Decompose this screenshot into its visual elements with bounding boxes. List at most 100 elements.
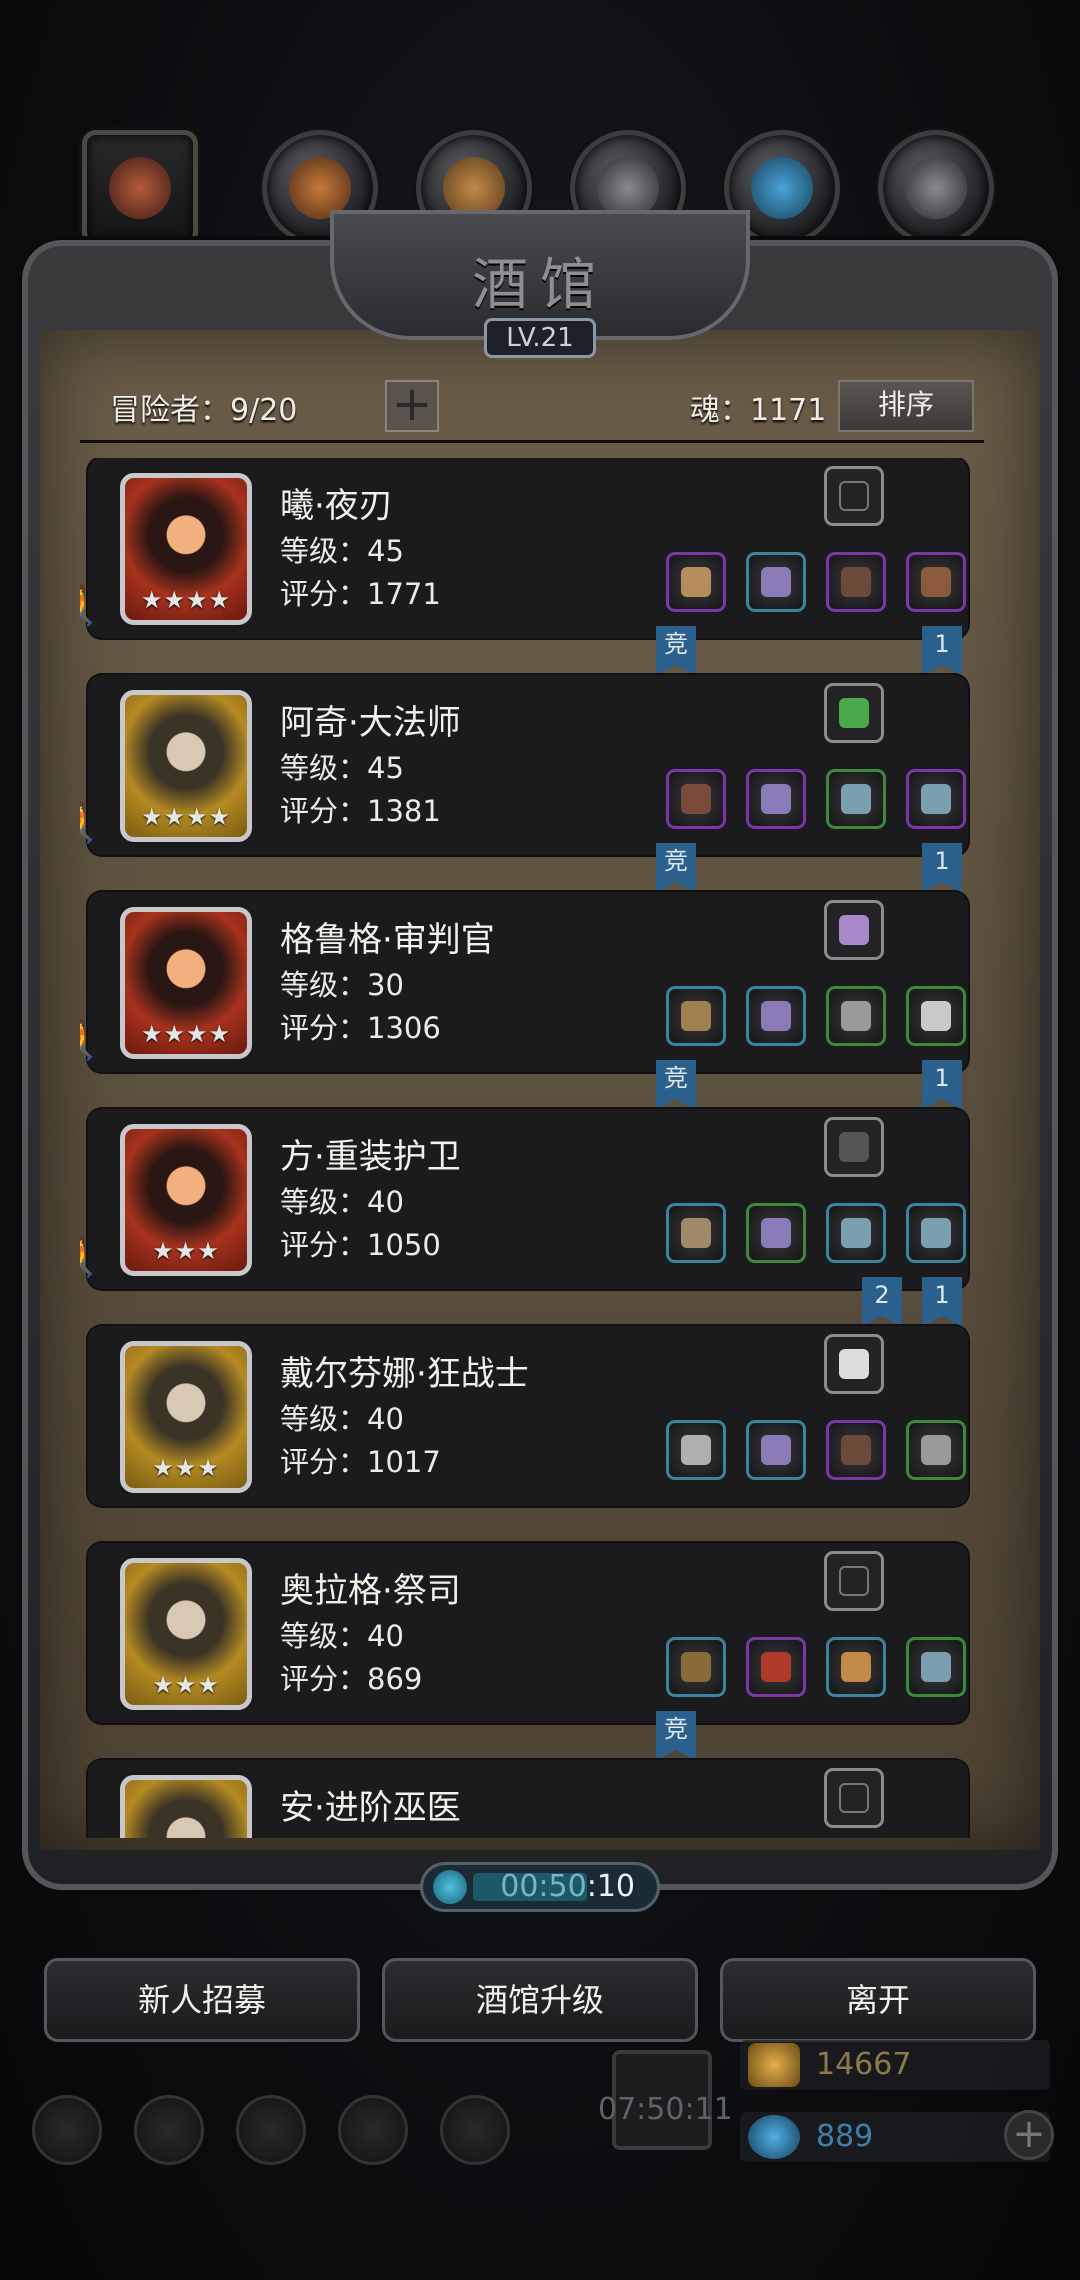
walking-status-icon: 🚶: [80, 1017, 108, 1063]
feather-icon: [839, 1349, 869, 1379]
achievement-dock-icon[interactable]: [134, 2095, 204, 2165]
equipment-slot[interactable]: [906, 1637, 966, 1697]
gift-timer: 07:50:11: [598, 2092, 733, 2127]
bracer-icon: [921, 567, 951, 597]
gem-icon: [748, 2115, 800, 2159]
equipment-slot[interactable]: [906, 986, 966, 1046]
hero-portrait[interactable]: ★★★★: [120, 907, 252, 1059]
tavern-screen: { "header": { "title": "酒馆", "level": "L…: [0, 0, 1080, 2280]
ring-icon: [921, 784, 951, 814]
hero-stars: ★★★: [152, 1454, 220, 1482]
hero-card[interactable]: ★★★ 戴尔芬娜·狂战士 等级：40 评分：1017: [88, 1326, 968, 1506]
equipment-slot[interactable]: [906, 769, 966, 829]
hero-portrait[interactable]: ★★★★: [120, 473, 252, 625]
quest-dock-icon[interactable]: [236, 2095, 306, 2165]
leave-button[interactable]: 离开: [720, 1958, 1036, 2042]
equipment-slot[interactable]: [666, 1203, 726, 1263]
settings-dock-icon[interactable]: [32, 2095, 102, 2165]
accessory-slot[interactable]: [824, 1117, 884, 1177]
upgrade-tavern-button[interactable]: 酒馆升级: [382, 1958, 698, 2042]
equipment-slot[interactable]: [906, 552, 966, 612]
hero-level: 等级：45: [280, 751, 404, 785]
hero-stars: ★★★★: [140, 1020, 232, 1048]
hero-portrait[interactable]: ★★★: [120, 1124, 252, 1276]
equipment-slot[interactable]: [746, 1203, 806, 1263]
hero-card[interactable]: 🚶 ★★★ 方·重装护卫 等级：40 评分：1050: [80, 1109, 968, 1289]
accessory-slot[interactable]: [824, 1768, 884, 1828]
equipment-slot[interactable]: [906, 1420, 966, 1480]
inventory-dock-icon[interactable]: [440, 2095, 510, 2165]
equipment-slot[interactable]: [666, 769, 726, 829]
hero-card[interactable]: 🚶 ★★★★ 格鲁格·审判官 等级：30 评分：1306: [80, 892, 968, 1072]
equipment-slot[interactable]: [666, 1637, 726, 1697]
armor-icon: [761, 1001, 791, 1031]
hero-level: 等级：40: [280, 1185, 404, 1219]
gold-amount: 14667: [816, 2047, 912, 2082]
status-banner: 1: [922, 626, 962, 676]
status-banner: 竞: [656, 843, 696, 893]
hero-score: 评分：869: [280, 1662, 423, 1696]
accessory-slot[interactable]: [824, 1551, 884, 1611]
equipment-slot[interactable]: [826, 1203, 886, 1263]
gauntlet-icon: [921, 1435, 951, 1465]
equipment-slot[interactable]: [906, 1203, 966, 1263]
staff-icon: [681, 784, 711, 814]
equipment-slot[interactable]: [746, 769, 806, 829]
hero-list[interactable]: 🚶 ★★★★ 曦·夜刃 等级：45 评分：1771 竞 1 🚶 ★★★★ 阿奇·大法师 等级：45 评…: [80, 458, 1000, 1838]
hero-card[interactable]: 🚶 ★★★★ 阿奇·大法师 等级：45 评分：1381: [80, 675, 968, 855]
recruit-button[interactable]: 新人招募: [44, 1958, 360, 2042]
hero-score: 评分：1050: [280, 1228, 441, 1262]
hero-stars: ★★★: [152, 1237, 220, 1265]
hero-portrait[interactable]: [120, 1775, 252, 1838]
gauntlet-icon: [841, 1001, 871, 1031]
equipment-slot[interactable]: [666, 552, 726, 612]
equipment-slot[interactable]: [826, 986, 886, 1046]
equipment-slot[interactable]: [826, 1637, 886, 1697]
hero-name: 奥拉格·祭司: [280, 1571, 461, 1611]
equipment-slot[interactable]: [746, 986, 806, 1046]
sword-icon: [681, 1218, 711, 1248]
hero-portrait[interactable]: ★★★: [120, 1341, 252, 1493]
hero-card[interactable]: ★★★ 奥拉格·祭司 等级：40 评分：869: [88, 1543, 968, 1723]
misc-icon: [905, 157, 967, 219]
accessory-slot[interactable]: [824, 900, 884, 960]
empty-slot-icon: [839, 1783, 869, 1813]
accessory-slot[interactable]: [824, 466, 884, 526]
accessory-slot[interactable]: [824, 683, 884, 743]
sort-button[interactable]: 排序: [838, 380, 974, 432]
add-slot-button[interactable]: +: [385, 380, 439, 432]
equipment-slot[interactable]: [666, 1420, 726, 1480]
equipment-slot[interactable]: [746, 552, 806, 612]
tab-heroes[interactable]: [82, 130, 198, 246]
add-gems-button[interactable]: +: [1004, 2110, 1054, 2160]
crystal-icon: [839, 915, 869, 945]
tab-misc[interactable]: [878, 130, 994, 246]
tavern-timer: 00:50:10: [420, 1862, 660, 1912]
soul-count: 魂：1171: [690, 393, 827, 428]
hero-name: 曦·夜刃: [280, 486, 393, 526]
hero-stars: ★★★★: [140, 803, 232, 831]
amulet-icon: [921, 1001, 951, 1031]
hero-card[interactable]: 安·进阶巫医: [88, 1760, 968, 1838]
equipment-slot[interactable]: [746, 1637, 806, 1697]
armor-icon: [761, 567, 791, 597]
ring-icon: [921, 1218, 951, 1248]
claw-icon: [839, 1132, 869, 1162]
equipment-slot[interactable]: [746, 1420, 806, 1480]
mace-icon: [681, 1652, 711, 1682]
ring-icon: [921, 1652, 951, 1682]
equipment-slot[interactable]: [826, 1420, 886, 1480]
equipment-slot[interactable]: [826, 552, 886, 612]
hero-card[interactable]: 🚶 ★★★★ 曦·夜刃 等级：45 评分：1771: [80, 458, 968, 638]
axe-icon: [681, 1435, 711, 1465]
hero-level: 等级：40: [280, 1402, 404, 1436]
hero-portrait[interactable]: ★★★★: [120, 690, 252, 842]
empty-slot-icon: [839, 1566, 869, 1596]
hero-portrait[interactable]: ★★★: [120, 1558, 252, 1710]
equipment-slot[interactable]: [666, 986, 726, 1046]
equipment-slot[interactable]: [826, 769, 886, 829]
hero-name: 格鲁格·审判官: [280, 920, 495, 960]
hero-score: 评分：1306: [280, 1011, 441, 1045]
accessory-slot[interactable]: [824, 1334, 884, 1394]
mail-dock-icon[interactable]: [338, 2095, 408, 2165]
